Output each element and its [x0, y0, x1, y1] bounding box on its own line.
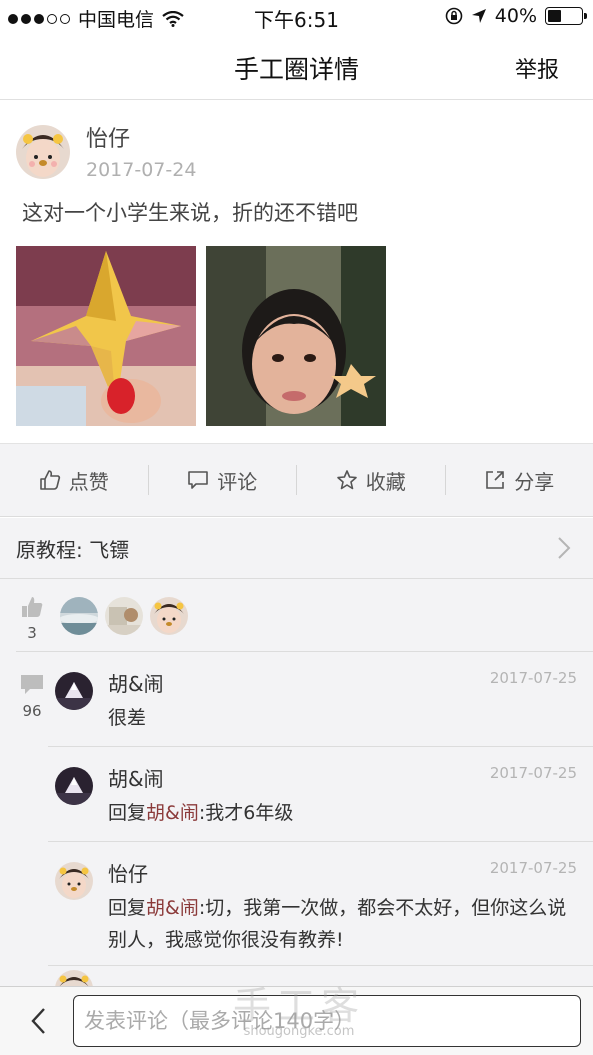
like-label: 点赞 [68, 469, 109, 494]
battery-icon [545, 7, 587, 25]
comment-text[interactable]: 回复胡&闹:切，我第一次做，都会不太好，但你这么说别人，我感觉你很没有教养! [108, 892, 578, 956]
comment-compose-bar [0, 986, 593, 1055]
comment-label: 评论 [217, 469, 258, 494]
location-arrow-icon [471, 9, 486, 23]
share-label: 分享 [514, 469, 555, 494]
post-date: 2017-07-24 [86, 159, 197, 181]
liker-avatar[interactable] [150, 597, 188, 635]
comment-count-icon [21, 675, 43, 694]
comment-input[interactable] [73, 995, 581, 1047]
detail-content: 原教程: 飞镖 3 96 胡&闹 2017-07-25 很差 胡&闹 2017-… [0, 518, 593, 986]
liker-avatar[interactable] [60, 597, 98, 635]
post-text: 这对一个小学生来说，折的还不错吧 [22, 201, 358, 225]
likes-row: 3 [16, 579, 593, 652]
like-button[interactable]: 点赞 [0, 465, 149, 495]
post-author-name[interactable]: 怡仔 [86, 121, 130, 153]
post-action-bar: 点赞 评论 收藏 分享 [0, 443, 593, 517]
comment-content: :我才6年级 [198, 802, 294, 824]
back-chevron-icon[interactable] [30, 1007, 46, 1035]
post-card: 怡仔 2017-07-24 这对一个小学生来说，折的还不错吧 [0, 101, 593, 443]
original-tutorial-link[interactable]: 原教程: 飞镖 [0, 518, 593, 579]
comments-count: 96 [22, 702, 42, 720]
commenter-name[interactable]: 胡&闹 [108, 763, 164, 792]
nav-bar: 手工圈详情 举报 [0, 34, 593, 100]
comment-item: 怡仔 2017-07-25 回复胡&闹:切，我第一次做，都会不太好，但你这么说别… [48, 842, 593, 966]
post-image-girl[interactable] [206, 246, 386, 426]
commenter-name[interactable]: 胡&闹 [108, 668, 164, 697]
original-tutorial-label: 原教程: 飞镖 [16, 538, 130, 562]
comment-item: 胡&闹 2017-07-25 很差 [48, 652, 593, 747]
comment-item: 胡&闹 2017-07-25 回复胡&闹:我才6年级 [48, 747, 593, 842]
comment-date: 2017-07-25 [489, 764, 577, 782]
comment-text[interactable]: 很差 [108, 702, 578, 734]
chevron-right-icon [558, 537, 571, 559]
reply-prefix: 回复 [108, 897, 147, 919]
thumbs-up-filled-icon [22, 597, 43, 617]
commenter-avatar[interactable] [55, 862, 93, 900]
comment-button[interactable]: 评论 [149, 465, 297, 495]
star-icon [336, 470, 357, 490]
orientation-lock-icon [445, 7, 463, 25]
author-avatar[interactable] [16, 125, 70, 179]
commenter-name[interactable]: 怡仔 [108, 858, 148, 887]
battery-percent: 40% [494, 5, 537, 27]
liker-avatar[interactable] [105, 597, 143, 635]
favorite-label: 收藏 [365, 469, 406, 494]
reply-prefix: 回复 [108, 802, 147, 824]
reply-to-name[interactable]: 胡&闹 [146, 802, 199, 824]
status-bar: 中国电信 下午6:51 40% [0, 0, 593, 34]
post-image-shuriken[interactable] [16, 246, 196, 426]
commenter-avatar[interactable] [55, 672, 93, 710]
comment-date: 2017-07-25 [489, 669, 577, 687]
page-title: 手工圈详情 [233, 55, 359, 84]
reply-to-name[interactable]: 胡&闹 [146, 897, 199, 919]
comment-content: 很差 [108, 707, 147, 729]
favorite-button[interactable]: 收藏 [297, 465, 446, 495]
commenter-avatar[interactable] [55, 767, 93, 805]
report-button[interactable]: 举报 [515, 52, 559, 84]
likes-count: 3 [27, 624, 37, 642]
comment-item-partial [48, 966, 593, 986]
comment-date: 2017-07-25 [489, 859, 577, 877]
thumbs-up-icon [39, 470, 60, 490]
share-icon [486, 471, 505, 489]
commenter-avatar[interactable] [55, 970, 93, 986]
comment-bubble-icon [188, 471, 209, 489]
comment-text[interactable]: 回复胡&闹:我才6年级 [108, 797, 578, 829]
share-button[interactable]: 分享 [446, 465, 593, 495]
